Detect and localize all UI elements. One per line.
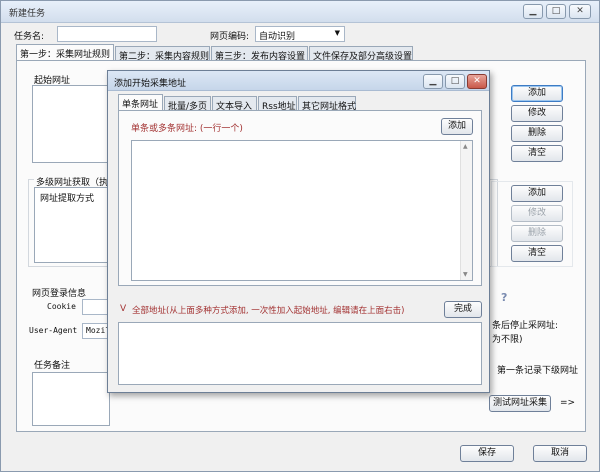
start-url-list-edge [489,85,501,105]
dialog-tab-single-url[interactable]: 单条网址 [118,94,163,111]
dropdown-arrow-icon: ▼ [334,29,340,37]
task-remark-textarea[interactable] [32,372,110,426]
save-button[interactable]: 保存 [460,445,514,462]
task-remark-label: 任务备注 [34,361,71,371]
tab-step1[interactable]: 第一步：采集网址规则 [16,44,114,61]
start-url-clear-button[interactable]: 清空 [511,145,563,162]
window-titlebar: 新建任务 ▁ □ ✕ [1,1,599,23]
all-urls-label: 全部地址(从上面多种方式添加, 一次性加入起始地址, 编辑请在上面右击) [132,306,405,316]
start-url-add-button[interactable]: 添加 [511,85,563,102]
dialog-close-button[interactable]: ✕ [467,74,487,89]
tab-step3[interactable]: 第三步：发布内容设置 [211,46,308,62]
arrow-indicator: => [560,398,576,408]
multi-level-column-header: 网址提取方式 [40,194,95,204]
tab-step4[interactable]: 文件保存及部分高级设置 [309,46,413,62]
collapse-arrow-icon[interactable]: V [120,304,126,314]
tab-step2[interactable]: 第二步：采集内容规则 [115,46,210,62]
dialog-title: 添加开始采集地址 [114,79,187,89]
start-url-edit-button[interactable]: 修改 [511,105,563,122]
add-start-url-dialog: 添加开始采集地址 ▁ □ ✕ 单条网址 批量/多页 文本导入 Rss地址 其它网… [107,70,490,393]
stop-after-text: 条后停止采网址: [492,321,559,331]
user-agent-label: User-Agent [29,326,78,335]
encoding-value: 自动识别 [259,32,296,42]
dialog-add-button[interactable]: 添加 [441,118,473,135]
cookie-label: Cookie [47,302,76,311]
multi-level-clear-button[interactable]: 清空 [511,245,563,262]
single-url-label: 单条或多条网址: (一行一个) [131,124,243,134]
dialog-maximize-button[interactable]: □ [445,74,465,89]
task-name-input[interactable] [57,26,157,42]
cancel-button[interactable]: 取消 [533,445,587,462]
maximize-button[interactable]: □ [546,4,566,19]
unlimited-text: 为不限) [492,335,523,345]
multi-level-list[interactable]: 网址提取方式 i [34,187,112,263]
help-icon[interactable]: ? [501,291,507,304]
multi-level-edit-button[interactable]: 修改 [511,205,563,222]
dialog-tab-other-formats[interactable]: 其它网址格式 [298,96,356,112]
multi-level-delete-button[interactable]: 删除 [511,225,563,242]
first-record-text: 第一条记录下级网址 [497,366,579,376]
window-title: 新建任务 [9,9,46,19]
single-url-textarea[interactable]: ▲ ▼ [131,140,473,281]
dialog-tab-text-import[interactable]: 文本导入 [212,96,257,112]
encoding-label: 网页编码: [210,32,250,42]
done-button[interactable]: 完成 [444,301,482,318]
dialog-tab-panel: 单条或多条网址: (一行一个) 添加 ▲ ▼ [118,110,482,286]
dialog-tab-batch[interactable]: 批量/多页 [164,96,211,112]
single-url-scrollbar[interactable]: ▲ ▼ [460,141,472,280]
multi-level-add-button[interactable]: 添加 [511,185,563,202]
scroll-down-arrow-icon[interactable]: ▼ [463,271,468,278]
all-urls-textarea[interactable] [118,322,482,385]
start-url-list[interactable] [32,85,112,163]
start-url-delete-button[interactable]: 删除 [511,125,563,142]
encoding-select[interactable]: 自动识别 ▼ [255,26,345,42]
minimize-button[interactable]: ▁ [523,4,543,19]
test-url-collection-button[interactable]: 测试网址采集 [489,395,551,412]
dialog-minimize-button[interactable]: ▁ [423,74,443,89]
dialog-titlebar: 添加开始采集地址 ▁ □ ✕ [108,71,489,91]
login-info-label: 网页登录信息 [32,289,87,299]
close-button[interactable]: ✕ [569,4,591,19]
dialog-tab-rss[interactable]: Rss地址 [258,96,297,112]
scroll-up-arrow-icon[interactable]: ▲ [463,143,468,150]
task-name-label: 任务名: [14,32,45,42]
